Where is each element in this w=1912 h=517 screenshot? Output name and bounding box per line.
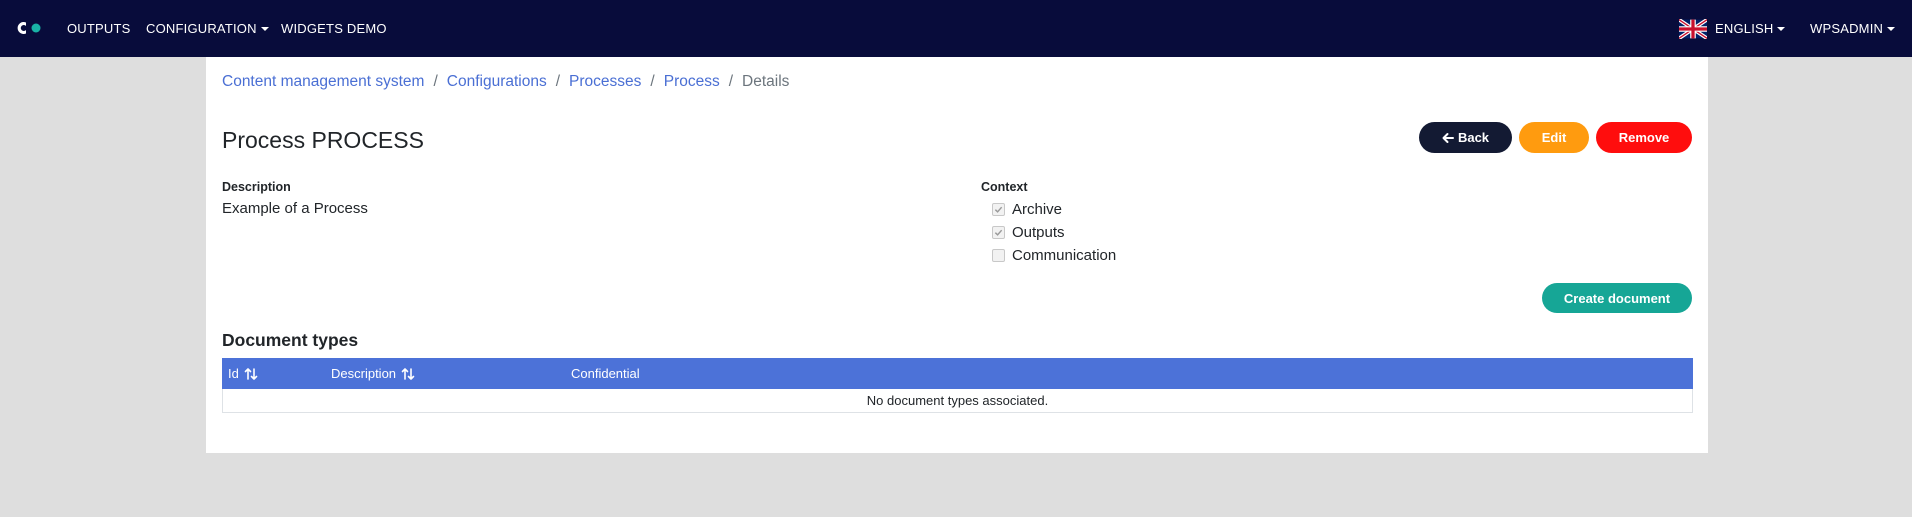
back-button[interactable]: Back	[1419, 122, 1512, 153]
breadcrumb-processes[interactable]: Processes	[569, 73, 641, 91]
edit-button-label: Edit	[1541, 130, 1567, 145]
checkmark-icon	[994, 229, 1003, 236]
column-header-description[interactable]: Description	[331, 358, 415, 389]
breadcrumb-process[interactable]: Process	[664, 73, 720, 91]
table-header: Id Description Confidential	[222, 358, 1693, 389]
edit-button[interactable]: Edit	[1519, 122, 1589, 153]
breadcrumb-separator: /	[650, 73, 655, 90]
context-option-communication: Communication	[986, 245, 1116, 265]
app-logo[interactable]	[12, 19, 44, 37]
top-navbar: OUTPUTS CONFIGURATION WIDGETS DEMO ENGLI…	[0, 0, 1912, 57]
communication-label: Communication	[1012, 246, 1117, 264]
document-types-title: Document types	[222, 330, 359, 350]
create-document-button[interactable]: Create document	[1542, 283, 1692, 313]
document-types-table: Id Description Confidential No document …	[222, 358, 1693, 413]
back-button-label: Back	[1457, 130, 1490, 145]
nav-widgets-demo-label: WIDGETS DEMO	[281, 21, 387, 36]
chevron-down-icon	[260, 27, 269, 31]
archive-label: Archive	[1012, 200, 1063, 218]
page-title: Process PROCESS	[222, 127, 424, 153]
context-option-outputs: Outputs	[986, 222, 1065, 242]
nav-outputs[interactable]: OUTPUTS	[67, 0, 131, 57]
create-document-label: Create document	[1563, 290, 1671, 306]
description-value: Example of a Process	[222, 200, 368, 217]
outputs-label: Outputs	[1012, 223, 1065, 241]
sort-icon	[401, 367, 415, 380]
breadcrumb: Content management system / Configuratio…	[222, 73, 789, 91]
user-menu[interactable]: WPSADMIN	[1810, 0, 1896, 57]
nav-widgets-demo[interactable]: WIDGETS DEMO	[281, 0, 387, 57]
communication-checkbox[interactable]	[992, 248, 1005, 262]
empty-message: No document types associated.	[866, 393, 1049, 408]
nav-outputs-label: OUTPUTS	[67, 21, 131, 36]
user-label: WPSADMIN	[1810, 21, 1884, 36]
breadcrumb-cms[interactable]: Content management system	[222, 73, 424, 91]
column-header-id[interactable]: Id	[228, 358, 258, 389]
chevron-down-icon	[1777, 27, 1786, 31]
description-label: Description	[222, 180, 291, 194]
nav-configuration[interactable]: CONFIGURATION	[146, 0, 269, 57]
nav-configuration-label: CONFIGURATION	[146, 21, 257, 36]
breadcrumb-separator: /	[555, 73, 561, 90]
chevron-down-icon	[1887, 27, 1896, 31]
breadcrumb-separator: /	[728, 73, 734, 90]
checkmark-icon	[994, 206, 1003, 213]
remove-button[interactable]: Remove	[1596, 122, 1692, 153]
outputs-checkbox[interactable]	[992, 225, 1005, 239]
column-description-label: Description	[331, 366, 397, 381]
language-selector[interactable]: ENGLISH	[1679, 0, 1786, 57]
breadcrumb-configurations[interactable]: Configurations	[447, 73, 547, 91]
arrow-left-icon	[1442, 132, 1454, 143]
column-header-confidential: Confidential	[571, 358, 640, 389]
breadcrumb-separator: /	[433, 73, 438, 90]
sort-icon	[244, 367, 258, 380]
details-card: Content management system / Configuratio…	[206, 57, 1708, 453]
remove-button-label: Remove	[1618, 130, 1670, 145]
column-confidential-label: Confidential	[571, 366, 640, 381]
context-label: Context	[981, 180, 1028, 194]
archive-checkbox[interactable]	[992, 202, 1005, 216]
column-id-label: Id	[228, 366, 239, 381]
uk-flag-icon	[1679, 18, 1707, 39]
table-empty-row: No document types associated.	[222, 389, 1693, 413]
breadcrumb-details: Details	[742, 73, 790, 90]
context-option-archive: Archive	[986, 199, 1062, 219]
language-label: ENGLISH	[1715, 21, 1774, 36]
